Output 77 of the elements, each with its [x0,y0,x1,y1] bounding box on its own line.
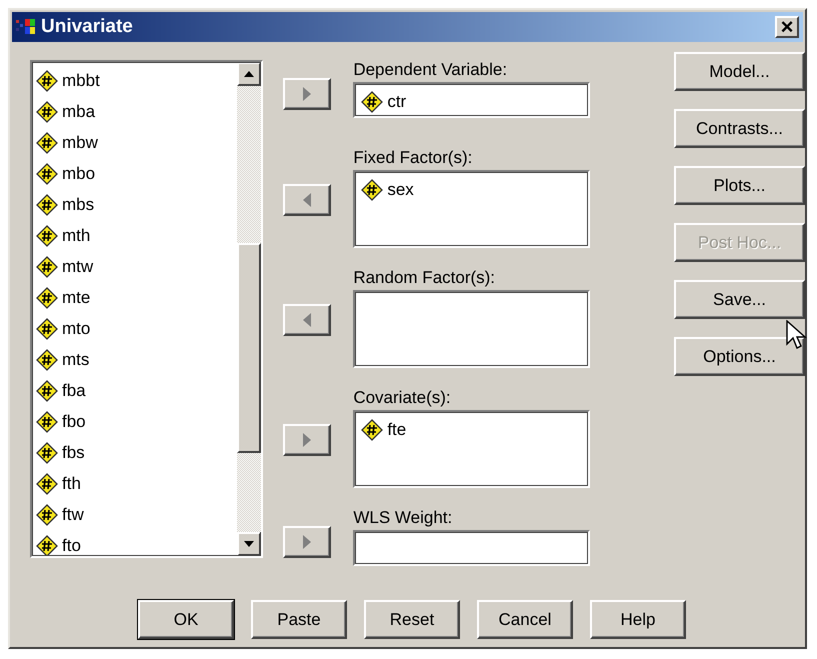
variable-name[interactable]: mbo [62,164,96,184]
dialog-button[interactable]: Contrasts... [674,109,805,148]
up-arrow-icon [244,71,254,77]
variable-name[interactable]: mtw [62,256,94,276]
scroll-up-button[interactable] [237,62,262,86]
numeric-variable-icon [36,504,58,526]
move-button[interactable] [283,184,332,216]
variable-name[interactable]: fto [62,536,81,556]
variable-name[interactable]: fth [62,474,81,494]
dialog-button[interactable]: Reset [364,600,460,639]
window-title: Univariate [41,16,134,38]
variable-name[interactable]: mbw [62,132,98,152]
field-label: Random Factor(s): [353,267,496,289]
variable-list-box[interactable] [353,290,590,368]
numeric-variable-icon [36,286,58,308]
move-button[interactable] [283,424,332,456]
variable-name[interactable]: fbs [62,442,85,462]
close-button[interactable]: × [775,16,799,38]
numeric-variable-icon [36,132,58,154]
move-button[interactable] [283,304,332,336]
variable-name[interactable]: ftw [62,504,84,524]
left-arrow-icon [302,313,312,327]
dialog-button[interactable]: Paste [251,600,347,639]
variable-name[interactable]: ctr [387,92,406,112]
variable-name[interactable]: mte [62,288,90,308]
variable-field[interactable] [353,530,590,566]
dialog-button[interactable]: OK [138,600,234,639]
variable-name[interactable]: mba [62,102,96,122]
variable-name[interactable]: mth [62,226,90,246]
dialog-button[interactable]: Cancel [477,600,573,639]
numeric-variable-icon [36,410,58,432]
variable-name[interactable]: fbo [62,412,86,432]
scroll-down-button[interactable] [237,532,262,556]
numeric-variable-icon [36,100,58,122]
variable-field[interactable]: ctr [353,82,590,118]
dialog-button[interactable]: Plots... [674,166,805,205]
down-arrow-icon [244,541,254,547]
variable-name[interactable]: mto [62,318,90,338]
dialog-button[interactable]: Options... [674,337,805,376]
numeric-variable-icon [36,224,58,246]
numeric-variable-icon [36,534,58,556]
variable-name[interactable]: mbbt [62,70,100,90]
variable-name[interactable]: fte [387,420,406,440]
numeric-variable-icon [36,472,58,494]
variable-name[interactable]: mts [62,350,90,370]
numeric-variable-icon [36,256,58,278]
numeric-variable-icon [36,442,58,464]
right-arrow-icon [302,535,312,549]
field-label: WLS Weight: [353,507,454,529]
left-arrow-icon [302,193,312,207]
variable-name[interactable]: sex [387,180,414,200]
numeric-variable-icon [36,194,58,216]
variable-name[interactable]: fba [62,380,86,400]
dialog-button[interactable]: Model... [674,52,805,91]
variable-list-box[interactable]: sex [353,170,590,248]
numeric-variable-icon [36,380,58,402]
scroll-thumb[interactable] [237,243,262,453]
numeric-variable-icon [36,70,58,92]
numeric-variable-icon [36,348,58,370]
right-arrow-icon [302,87,312,101]
field-label: Dependent Variable: [353,59,508,81]
numeric-variable-icon [361,178,384,200]
scrollbar[interactable] [237,62,262,556]
app-icon [16,18,36,36]
numeric-variable-icon [361,418,384,440]
right-arrow-icon [302,433,312,447]
dialog-button[interactable]: Help [590,600,686,639]
field-label: Covariate(s): [353,387,452,409]
variable-name[interactable]: mbs [62,194,94,214]
dialog-button[interactable]: Save... [674,280,805,319]
numeric-variable-icon [36,318,58,340]
variable-list-box[interactable]: fte [353,410,590,488]
move-button[interactable] [283,526,332,558]
numeric-variable-icon [36,162,58,184]
field-label: Fixed Factor(s): [353,147,474,169]
move-button[interactable] [283,78,332,110]
numeric-variable-icon [361,90,384,112]
